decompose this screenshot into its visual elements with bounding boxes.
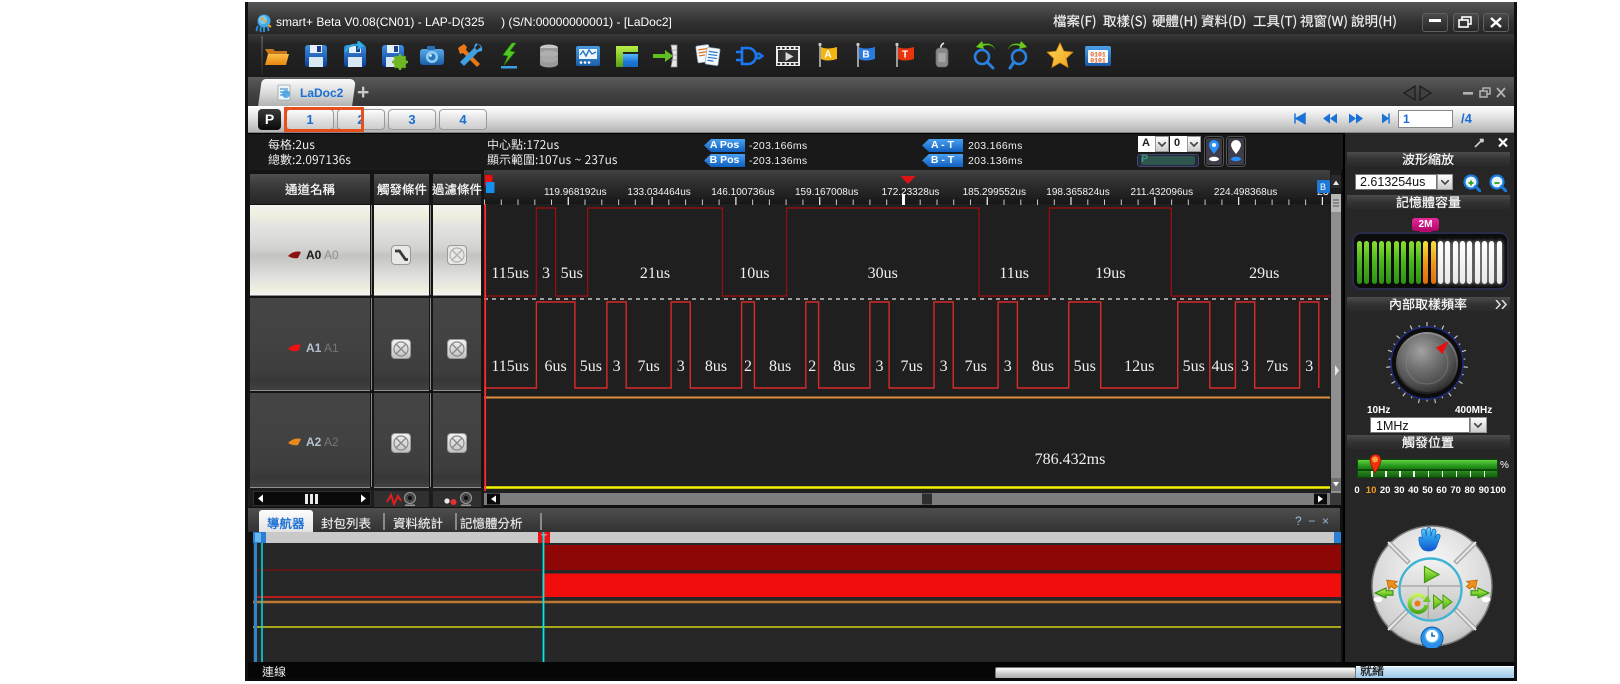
svg-text:119.968192us: 119.968192us [544,187,607,198]
svg-text:11us: 11us [999,265,1029,282]
svg-text:8us: 8us [833,358,855,375]
svg-text:8us: 8us [769,358,791,375]
svg-text:7us: 7us [1266,358,1288,375]
svg-text:8us: 8us [705,358,727,375]
svg-text:3: 3 [1241,358,1249,375]
svg-text:B: B [862,50,869,61]
svg-text:3: 3 [677,358,685,375]
svg-text:T: T [902,50,908,61]
svg-text:224.498368us: 224.498368us [1214,187,1277,198]
svg-text:5us: 5us [561,265,583,282]
svg-text:146.100736us: 146.100736us [711,187,774,198]
svg-text:7us: 7us [900,358,922,375]
svg-text:7us: 7us [637,358,659,375]
svg-text:5us: 5us [580,358,602,375]
svg-text:211.432096us: 211.432096us [1130,187,1193,198]
svg-text:185.299552us: 185.299552us [963,187,1026,198]
svg-text:3: 3 [876,358,884,375]
svg-text:115us: 115us [491,358,529,375]
svg-text:2: 2 [808,358,816,375]
svg-text:29us: 29us [1249,265,1279,282]
svg-text:786.432ms: 786.432ms [1035,451,1106,468]
svg-text:12us: 12us [1124,358,1154,375]
svg-text:6us: 6us [544,358,566,375]
svg-text:21us: 21us [640,265,670,282]
svg-text:4us: 4us [1211,358,1233,375]
svg-text:0101: 0101 [1090,58,1106,65]
svg-text:198.365824us: 198.365824us [1046,187,1109,198]
svg-text:172.23328us: 172.23328us [882,187,940,198]
svg-text:3: 3 [542,265,550,282]
svg-text:133.034464us: 133.034464us [627,187,690,198]
svg-text:10us: 10us [739,265,769,282]
svg-text:3: 3 [1305,358,1313,375]
svg-text:3: 3 [1004,358,1012,375]
svg-text:3: 3 [613,358,621,375]
svg-text:159.167008us: 159.167008us [795,187,858,198]
svg-text:5us: 5us [1074,358,1096,375]
svg-text:115us: 115us [491,265,529,282]
svg-text:2: 2 [744,358,752,375]
svg-text:B: B [1320,182,1326,192]
svg-text:30us: 30us [868,265,898,282]
svg-text:7us: 7us [965,358,987,375]
svg-text:3: 3 [940,358,948,375]
svg-text:19us: 19us [1095,265,1125,282]
svg-text:8us: 8us [1032,358,1054,375]
svg-text:A: A [824,50,831,61]
svg-text:5us: 5us [1183,358,1205,375]
